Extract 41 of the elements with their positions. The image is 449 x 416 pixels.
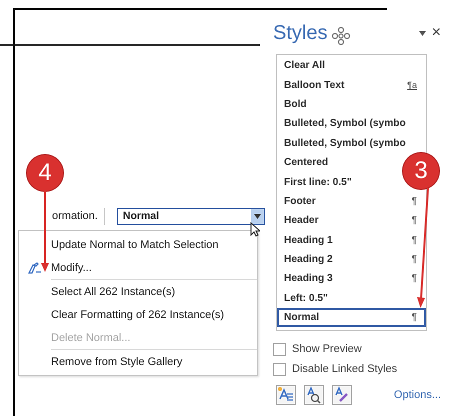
style-item[interactable]: Footer ¶	[277, 192, 426, 212]
style-item[interactable]: Heading 3 ¶	[277, 269, 426, 289]
style-type-icon: ¶a	[407, 80, 417, 90]
manage-styles-icon[interactable]	[332, 385, 352, 406]
style-item[interactable]: Header ¶	[277, 211, 426, 231]
dropdown-arrow-icon[interactable]	[418, 30, 426, 36]
checkbox-label: Show Preview	[292, 343, 362, 356]
style-item[interactable]: Heading 1 ¶	[277, 230, 426, 250]
callout-badge: 4	[27, 155, 63, 191]
style-type-icon: ¶	[412, 312, 417, 324]
style-item[interactable]: Normal ¶	[277, 308, 426, 328]
style-item[interactable]: Bulleted, Symbol (symbo	[277, 114, 415, 134]
style-type-icon: ¶	[412, 215, 417, 226]
checkbox[interactable]	[273, 342, 286, 356]
style-item[interactable]: Bulleted, Symbol (symbo	[277, 134, 415, 153]
style-item[interactable]: Left: 0.5"	[277, 288, 337, 308]
style-type-icon: ¶	[412, 273, 417, 284]
new-style-icon[interactable]	[276, 385, 296, 406]
style-dropdown[interactable]: Normal	[116, 208, 265, 224]
menu-item[interactable]: Clear Formatting of 262 Instance(s)	[19, 303, 257, 326]
style-item[interactable]: Clear All	[277, 56, 334, 76]
options-link[interactable]: Options...	[394, 389, 441, 402]
menu-item[interactable]: Select All 262 Instance(s)	[19, 280, 257, 303]
move-icon[interactable]	[331, 26, 352, 46]
style-inspector-icon[interactable]	[304, 385, 324, 406]
style-item[interactable]: Heading 2 ¶	[277, 250, 426, 270]
style-item[interactable]: First line: 0.5"	[277, 172, 361, 192]
style-type-icon: ¶	[412, 196, 417, 207]
menu-item[interactable]: Remove from Style Gallery	[19, 350, 257, 373]
pane-title: Styles	[273, 22, 328, 44]
checkbox[interactable]	[273, 362, 286, 376]
close-button[interactable]: ×	[432, 25, 441, 41]
style-item[interactable]: Bold	[277, 94, 316, 114]
brush-icon	[28, 262, 42, 274]
style-item[interactable]: Centered	[277, 152, 338, 172]
style-item[interactable]: Balloon Text ¶a	[277, 75, 426, 95]
style-type-icon: ¶	[412, 254, 417, 266]
menu-item[interactable]: Update Normal to Match Selection	[19, 233, 257, 256]
checkbox-label: Disable Linked Styles	[292, 363, 398, 376]
style-type-icon: ¶	[412, 234, 417, 246]
document-text: ormation.	[52, 208, 105, 224]
